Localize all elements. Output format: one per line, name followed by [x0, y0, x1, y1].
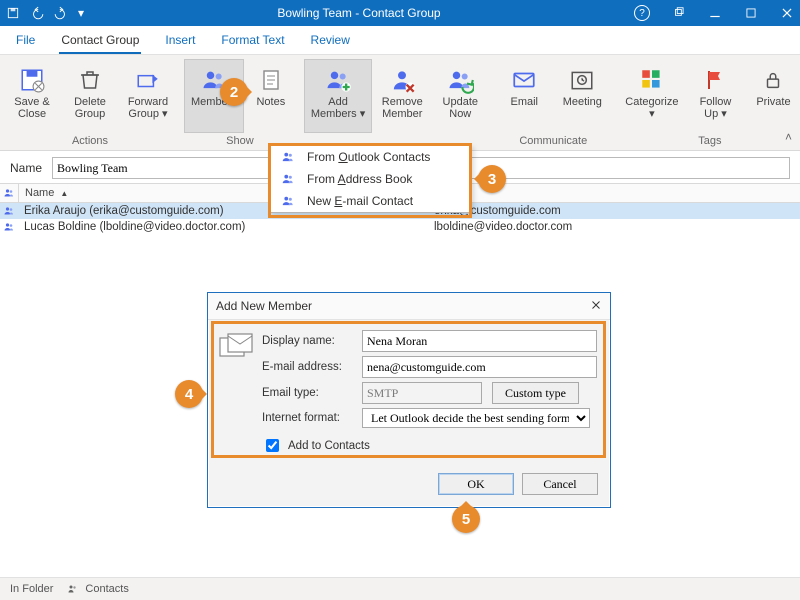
minimize-icon[interactable]: [708, 6, 722, 20]
group-members: Add Members ▾ Remove Member Update Now: [300, 55, 492, 150]
update-icon: [446, 64, 474, 96]
window-buttons: ?: [634, 5, 794, 21]
add-to-contacts-label: Add to Contacts: [288, 440, 370, 452]
titlebar: ▾ Bowling Team - Contact Group ?: [0, 0, 800, 26]
contact-card-icon: [218, 326, 262, 369]
menu-item-label: From Outlook Contacts: [307, 150, 430, 164]
notes-icon: [259, 64, 283, 96]
status-bar: In Folder Contacts: [0, 577, 800, 600]
menu-item-icon: [279, 194, 297, 208]
member-email: erika@customguide.com: [434, 205, 800, 217]
add-members-menu: From Outlook Contacts From Address Book Ne…: [270, 145, 472, 213]
icon-column[interactable]: [0, 184, 19, 202]
ribbon: Save & Close Delete Group Forward Group …: [0, 55, 800, 151]
callout-5: 5: [452, 505, 480, 533]
tab-format-text[interactable]: Format Text: [219, 27, 286, 54]
group-tags: Categorize ▾ Follow Up ▾ Private Tags: [614, 55, 800, 150]
categorize-icon: [638, 64, 666, 96]
save-close-icon: [19, 64, 45, 96]
add-members-icon: [324, 64, 352, 96]
meeting-button[interactable]: Meeting: [554, 59, 610, 133]
internet-format-select[interactable]: Let Outlook decide the best sending form: [362, 408, 590, 428]
add-new-member-dialog: Add New Member Display name: E-mail addr…: [207, 292, 611, 508]
email-address-label: E-mail address:: [262, 361, 362, 373]
undo-icon[interactable]: [30, 6, 44, 20]
status-in-folder: In Folder: [10, 583, 53, 595]
categorize-button[interactable]: Categorize ▾: [618, 59, 685, 133]
tab-insert[interactable]: Insert: [163, 27, 197, 54]
email-type-input: [362, 382, 482, 404]
tab-contact-group[interactable]: Contact Group: [59, 27, 141, 54]
display-name-input[interactable]: [362, 330, 597, 352]
name-label: Name: [10, 161, 42, 175]
collapse-ribbon-icon[interactable]: ˄: [785, 130, 792, 144]
status-contacts: Contacts: [65, 583, 128, 595]
cancel-button[interactable]: Cancel: [522, 473, 598, 495]
help-icon[interactable]: ?: [634, 5, 650, 21]
callout-2: 2: [220, 78, 248, 106]
window-title: Bowling Team - Contact Group: [84, 6, 634, 20]
dialog-close-icon[interactable]: [590, 299, 602, 314]
email-address-input[interactable]: [362, 356, 597, 378]
custom-type-button[interactable]: Custom type: [492, 382, 579, 404]
menu-item-icon: [279, 150, 297, 164]
ok-button[interactable]: OK: [438, 473, 514, 495]
follow-up-button[interactable]: Follow Up ▾: [687, 59, 743, 133]
contact-icon: [0, 221, 18, 233]
remove-member-button[interactable]: Remove Member: [374, 59, 430, 133]
tab-file[interactable]: File: [14, 27, 37, 54]
table-row[interactable]: Lucas Boldine (lboldine@video.doctor.com…: [0, 219, 800, 235]
maximize-icon[interactable]: [744, 6, 758, 20]
display-name-label: Display name:: [262, 335, 362, 347]
forward-icon: [135, 64, 161, 96]
menu-item[interactable]: From Outlook Contacts: [271, 146, 471, 168]
menu-item-label: From Address Book: [307, 172, 412, 186]
dialog-title: Add New Member: [216, 299, 312, 313]
menu-item-icon: [279, 172, 297, 186]
add-to-contacts-checkbox[interactable]: [266, 439, 279, 452]
email-button[interactable]: Email: [496, 59, 552, 133]
internet-format-label: Internet format:: [262, 412, 362, 424]
menu-item[interactable]: From Address Book: [271, 168, 471, 190]
email-type-label: Email type:: [262, 387, 362, 399]
private-button[interactable]: Private: [745, 59, 800, 133]
lock-icon: [762, 64, 784, 96]
flag-icon: [703, 64, 727, 96]
save-close-button[interactable]: Save & Close: [4, 59, 60, 133]
trash-icon: [78, 64, 102, 96]
remove-member-icon: [388, 64, 416, 96]
quick-access-toolbar: ▾: [6, 6, 84, 20]
add-members-button[interactable]: Add Members ▾: [304, 59, 372, 133]
callout-4: 4: [175, 380, 203, 408]
callout-3: 3: [478, 165, 506, 193]
menu-item-label: New E-mail Contact: [307, 194, 413, 208]
delete-group-button[interactable]: Delete Group: [62, 59, 118, 133]
close-icon[interactable]: [780, 6, 794, 20]
meeting-icon: [568, 64, 596, 96]
menu-item[interactable]: New E-mail Contact: [271, 190, 471, 212]
tab-review[interactable]: Review: [309, 27, 352, 54]
member-name: Lucas Boldine (lboldine@video.doctor.com…: [18, 221, 434, 233]
contact-icon: [0, 205, 18, 217]
people-icon: [65, 583, 81, 595]
group-communicate: Email Meeting Communicate: [492, 55, 614, 150]
member-email: lboldine@video.doctor.com: [434, 221, 800, 233]
redo-icon[interactable]: [54, 6, 68, 20]
group-actions: Save & Close Delete Group Forward Group …: [0, 55, 180, 150]
ribbon-tabs: File Contact Group Insert Format Text Re…: [0, 26, 800, 55]
save-icon[interactable]: [6, 6, 20, 20]
email-icon: [510, 64, 538, 96]
update-now-button[interactable]: Update Now: [432, 59, 488, 133]
forward-group-button[interactable]: Forward Group ▾: [120, 59, 176, 133]
restore-icon[interactable]: [672, 6, 686, 20]
